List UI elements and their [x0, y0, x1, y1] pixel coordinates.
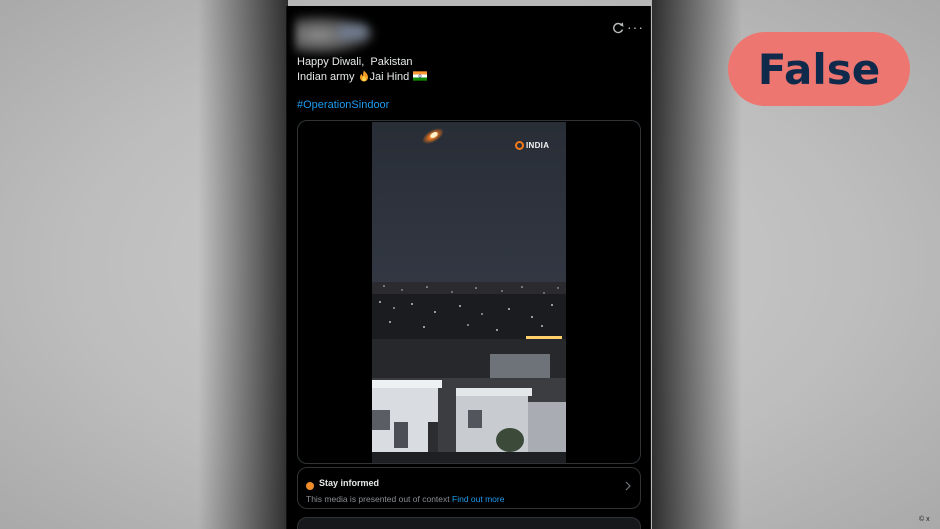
context-notice-title: Stay informed — [319, 478, 380, 488]
background-shadow-left — [198, 0, 288, 529]
context-notice-body: This media is presented out of context F… — [306, 494, 504, 504]
context-notice[interactable]: Stay informed This media is presented ou… — [297, 467, 641, 509]
india-flag-icon — [413, 71, 428, 81]
blurred-author-avatar — [295, 14, 375, 56]
tweet-text: Happy Diwali, Pakistan Indian army Jai H… — [297, 55, 428, 85]
false-verdict-badge: False — [728, 32, 910, 106]
refresh-icon[interactable] — [611, 21, 625, 35]
info-icon — [306, 482, 314, 490]
copyright-credit: © x — [919, 516, 930, 523]
night-sky-video-still — [372, 122, 566, 463]
tweet-text-line-1: Happy Diwali, Pakistan — [297, 56, 413, 68]
tweet-text-line-2-prefix: Indian army — [297, 71, 358, 83]
video-embed[interactable]: INDIA — [297, 120, 641, 464]
next-card-edge — [297, 517, 641, 529]
video-still[interactable]: INDIA — [372, 122, 566, 463]
fire-icon — [359, 70, 368, 82]
tweet-card: ··· Happy Diwali, Pakistan Indian army J… — [286, 6, 651, 529]
hashtag-link[interactable]: #OperationSindoor — [297, 99, 389, 111]
chevron-right-icon[interactable] — [624, 480, 632, 492]
tweet-text-line-2: Indian army Jai Hind — [297, 70, 428, 85]
channel-logo: INDIA — [515, 141, 549, 150]
find-out-more-link[interactable]: Find out more — [452, 494, 504, 504]
tweet-text-line-2-suffix: Jai Hind — [369, 71, 410, 83]
more-icon[interactable]: ··· — [627, 19, 644, 35]
channel-logo-mark — [515, 141, 524, 150]
context-notice-text: This media is presented out of context — [306, 494, 450, 504]
channel-logo-text: INDIA — [526, 141, 550, 150]
